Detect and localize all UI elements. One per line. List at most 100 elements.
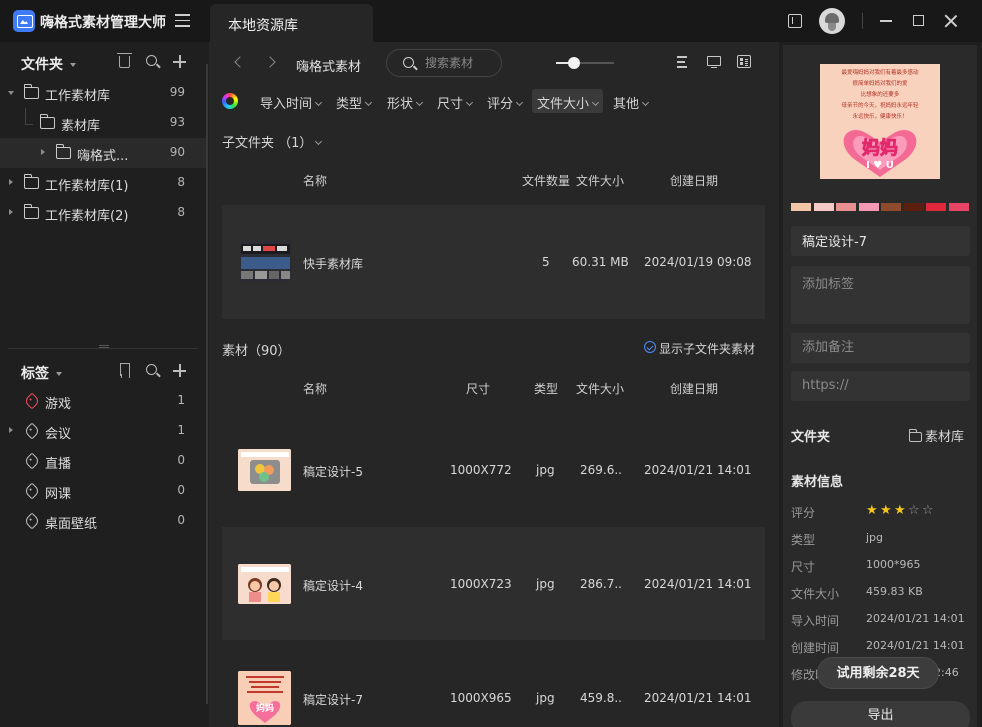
search-input[interactable] bbox=[425, 54, 497, 72]
tag-item[interactable]: 会议 1 bbox=[0, 416, 207, 446]
chevron-down-icon[interactable] bbox=[8, 91, 14, 95]
zoom-slider-knob[interactable] bbox=[568, 57, 580, 69]
color-swatch[interactable] bbox=[948, 203, 969, 211]
filter-shape[interactable]: 形状 bbox=[382, 89, 427, 113]
filter-type[interactable]: 类型 bbox=[331, 89, 376, 113]
filter-dimensions[interactable]: 尺寸 bbox=[432, 89, 477, 113]
column-name[interactable]: 名称 bbox=[303, 172, 327, 189]
subfolders-title[interactable]: 子文件夹 （1） bbox=[222, 132, 323, 151]
avatar[interactable] bbox=[819, 8, 845, 34]
folder-item-selected[interactable]: 嗨格式... 90 bbox=[0, 138, 207, 168]
color-swatch[interactable] bbox=[791, 203, 811, 211]
tag-item[interactable]: 网课 0 bbox=[0, 476, 207, 506]
tags-title[interactable]: 标签 bbox=[21, 363, 62, 383]
resize-handle[interactable] bbox=[99, 345, 109, 348]
asset-name: 稿定设计-7 bbox=[303, 693, 363, 707]
minimize-icon[interactable] bbox=[880, 20, 892, 22]
column-file-size[interactable]: 文件大小 bbox=[576, 380, 624, 397]
folder-link[interactable]: 素材库 bbox=[908, 426, 964, 445]
star-filled-icon[interactable]: ★ bbox=[866, 504, 878, 517]
name-field[interactable] bbox=[791, 226, 970, 256]
show-subfolder-assets-toggle[interactable]: 显示子文件夹素材 bbox=[659, 340, 755, 357]
filter-rating[interactable]: 评分 bbox=[482, 89, 527, 113]
star-empty-icon[interactable]: ☆ bbox=[908, 504, 920, 517]
folder-icon bbox=[55, 144, 71, 159]
tags-input[interactable] bbox=[802, 273, 962, 303]
tab-local-library[interactable]: 本地资源库 bbox=[210, 4, 373, 42]
color-swatch[interactable] bbox=[813, 203, 834, 211]
table-row[interactable]: 稿定设计-4 1000X723 jpg 286.7.. 2024/01/21 1… bbox=[222, 527, 765, 640]
star-filled-icon[interactable]: ★ bbox=[894, 504, 906, 517]
column-file-size[interactable]: 文件大小 bbox=[576, 172, 624, 189]
back-icon[interactable] bbox=[234, 56, 246, 68]
name-input[interactable] bbox=[802, 233, 962, 248]
filter-other[interactable]: 其他 bbox=[608, 89, 653, 113]
chevron-right-icon[interactable] bbox=[9, 179, 13, 185]
folder-item[interactable]: 素材库 93 bbox=[0, 108, 207, 138]
color-swatch[interactable] bbox=[903, 203, 924, 211]
subfolder-row[interactable]: 快手素材库 5 60.31 MB 2024/01/19 09:08 bbox=[222, 205, 765, 319]
chevron-down-icon bbox=[364, 98, 373, 107]
folders-title[interactable]: 文件夹 bbox=[21, 54, 76, 74]
color-swatch[interactable] bbox=[881, 203, 901, 211]
filter-import-time[interactable]: 导入时间 bbox=[255, 89, 326, 113]
url-input[interactable] bbox=[802, 378, 962, 393]
column-dimensions[interactable]: 尺寸 bbox=[466, 380, 490, 397]
trash-icon[interactable] bbox=[117, 53, 132, 68]
layout-icon[interactable] bbox=[737, 55, 751, 68]
zoom-slider[interactable] bbox=[556, 57, 614, 69]
bookmark-icon[interactable] bbox=[120, 363, 130, 378]
column-created-date[interactable]: 创建日期 bbox=[670, 172, 718, 189]
rating-stars[interactable]: ★ ★ ★ ☆ ☆ bbox=[866, 504, 946, 518]
chevron-right-icon[interactable] bbox=[9, 427, 13, 433]
details-panel: 最爱嗨妈妈对我们有着最多感动 很简单妈妈对我们的爱 比想象的还要多 母亲节的今天… bbox=[783, 45, 977, 727]
search-icon[interactable] bbox=[146, 55, 157, 66]
column-name[interactable]: 名称 bbox=[303, 380, 327, 397]
chevron-right-icon[interactable] bbox=[9, 209, 13, 215]
color-filter-icon[interactable] bbox=[222, 93, 238, 109]
forward-icon[interactable] bbox=[264, 56, 276, 68]
search-icon[interactable] bbox=[146, 364, 157, 375]
table-row[interactable]: 稿定设计-5 1000X772 jpg 269.6.. 2024/01/21 1… bbox=[222, 412, 765, 526]
tag-item[interactable]: 直播 0 bbox=[0, 446, 207, 476]
star-empty-icon[interactable]: ☆ bbox=[922, 504, 934, 517]
trial-remaining-button[interactable]: 试用剩余28天 bbox=[817, 657, 939, 689]
color-swatch[interactable] bbox=[836, 203, 856, 211]
folder-label: 素材库 bbox=[61, 119, 101, 134]
star-filled-icon[interactable]: ★ bbox=[880, 504, 892, 517]
menu-icon[interactable] bbox=[175, 14, 190, 28]
chevron-right-icon[interactable] bbox=[41, 149, 45, 155]
note-input[interactable] bbox=[802, 340, 962, 355]
search-box[interactable] bbox=[386, 49, 502, 77]
toggle-panel-icon[interactable] bbox=[788, 14, 802, 28]
asset-name: 稿定设计-5 bbox=[303, 465, 363, 479]
divider bbox=[862, 13, 863, 29]
tags-field[interactable] bbox=[791, 266, 970, 324]
export-button[interactable]: 导出 bbox=[791, 701, 970, 727]
monitor-icon[interactable] bbox=[707, 56, 721, 69]
close-icon[interactable] bbox=[944, 14, 958, 28]
folder-item[interactable]: 工作素材库 99 bbox=[0, 78, 207, 108]
asset-preview[interactable]: 最爱嗨妈妈对我们有着最多感动 很简单妈妈对我们的爱 比想象的还要多 母亲节的今天… bbox=[820, 64, 940, 179]
tag-item[interactable]: 游戏 1 bbox=[0, 386, 207, 416]
folder-item[interactable]: 工作素材库(2) 8 bbox=[0, 198, 207, 228]
add-tag-icon[interactable] bbox=[173, 364, 186, 377]
column-file-count[interactable]: 文件数量 bbox=[522, 172, 570, 189]
color-swatch[interactable] bbox=[858, 203, 879, 211]
maximize-icon[interactable] bbox=[913, 15, 924, 26]
note-field[interactable] bbox=[791, 333, 970, 363]
tag-item[interactable]: 桌面壁纸 0 bbox=[0, 506, 207, 536]
sort-icon[interactable] bbox=[677, 55, 691, 69]
add-folder-icon[interactable] bbox=[173, 55, 186, 68]
column-type[interactable]: 类型 bbox=[534, 380, 558, 397]
column-created-date[interactable]: 创建日期 bbox=[670, 380, 718, 397]
check-circle-icon[interactable] bbox=[644, 341, 656, 353]
color-swatch[interactable] bbox=[926, 203, 946, 211]
tag-count: 1 bbox=[177, 423, 185, 437]
url-field[interactable] bbox=[791, 371, 970, 401]
table-row[interactable]: 妈妈 稿定设计-7 1000X965 jpg 459.8.. 2024/01/2… bbox=[222, 641, 765, 727]
scrollbar[interactable] bbox=[206, 64, 208, 704]
breadcrumb[interactable]: 嗨格式素材 bbox=[296, 56, 361, 75]
filter-file-size[interactable]: 文件大小 bbox=[532, 89, 604, 113]
folder-item[interactable]: 工作素材库(1) 8 bbox=[0, 168, 207, 198]
